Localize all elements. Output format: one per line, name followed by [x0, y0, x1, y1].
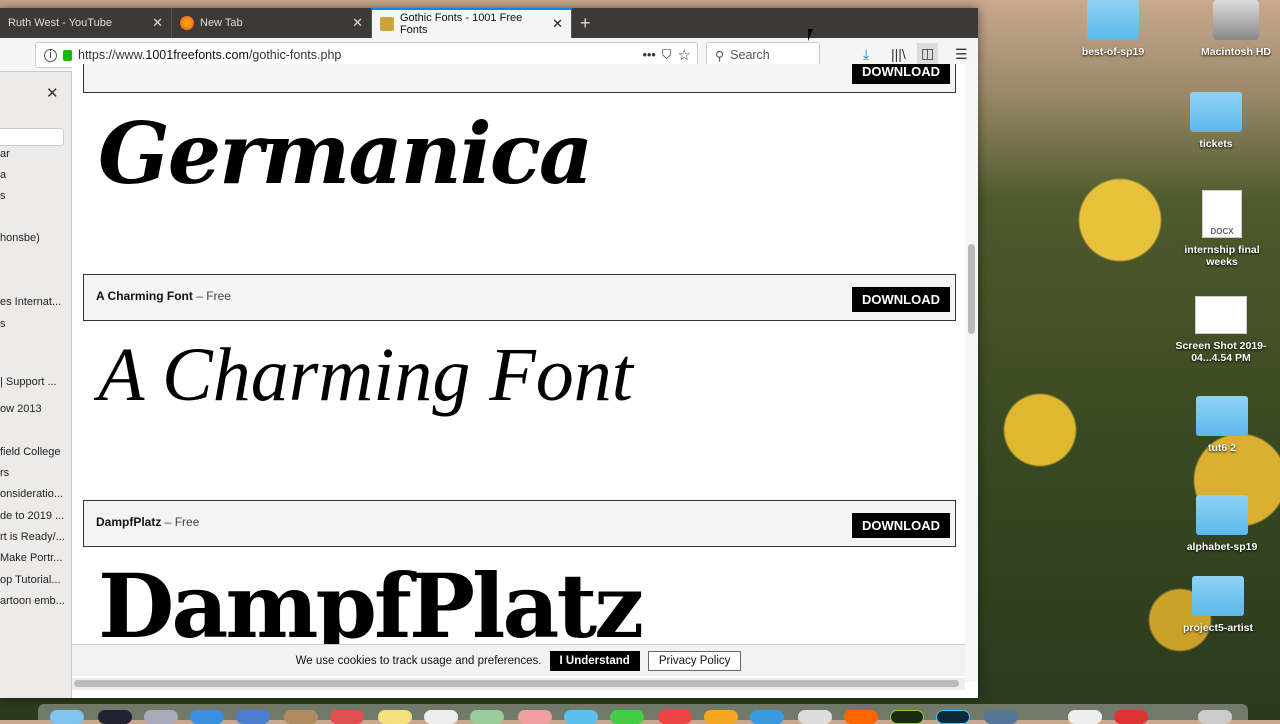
- font-preview-dampfplatz[interactable]: DampfPlatz: [98, 554, 644, 658]
- pocket-icon[interactable]: ⛉: [662, 47, 672, 63]
- vertical-scrollbar[interactable]: [965, 64, 978, 682]
- close-tab-icon[interactable]: ✕: [552, 16, 563, 32]
- calendar-icon[interactable]: [330, 710, 364, 724]
- download-button[interactable]: DOWNLOAD: [852, 64, 950, 84]
- tab-label: Ruth West - YouTube: [8, 17, 112, 29]
- url-text: https://www.1001freefonts.com/gothic-fon…: [78, 48, 342, 62]
- app-store-icon[interactable]: [750, 710, 784, 724]
- desktop-folder-alphabet-sp19[interactable]: alphabet-sp19: [1172, 495, 1272, 553]
- system-preferences-icon[interactable]: [798, 710, 832, 724]
- photoshop-icon[interactable]: [936, 710, 970, 724]
- sidebar-bookmark-item[interactable]: rt is Ready/...: [0, 531, 65, 543]
- tab-new-tab[interactable]: New Tab ✕: [172, 8, 372, 38]
- cookie-banner: We use cookies to track usage and prefer…: [72, 644, 965, 676]
- font-license: – Free: [164, 515, 200, 529]
- font-card-header: DampfPlatz – Free DOWNLOAD: [83, 500, 956, 547]
- mouse-cursor: [808, 29, 813, 41]
- new-tab-plus-icon[interactable]: +: [580, 13, 591, 34]
- contacts-icon[interactable]: [284, 710, 318, 724]
- dreamweaver-icon[interactable]: [890, 710, 924, 724]
- close-tab-icon[interactable]: ✕: [152, 15, 163, 31]
- bookmarks-sidebar: ✕ ar a s honsbe) es Internat... s | Support ..…: [0, 72, 72, 698]
- more-actions-icon[interactable]: •••: [643, 48, 656, 62]
- mail-icon[interactable]: [236, 710, 270, 724]
- menu-icon[interactable]: ☰: [955, 46, 968, 63]
- close-sidebar-icon[interactable]: ✕: [46, 84, 59, 102]
- sidebar-bookmark-item[interactable]: ar: [0, 148, 10, 160]
- font-preview-a-charming-font[interactable]: A Charming Font: [98, 332, 633, 419]
- books-icon[interactable]: [704, 710, 738, 724]
- sidebar-toggle-icon[interactable]: ◫: [917, 43, 939, 64]
- close-tab-icon[interactable]: ✕: [352, 15, 363, 31]
- desktop-file-internship[interactable]: DOCX internship final weeks: [1172, 190, 1272, 268]
- tab-label: Gothic Fonts - 1001 Free Fonts: [399, 12, 523, 36]
- tab-gothic-fonts[interactable]: Gothic Fonts - 1001 Free Fonts ✕: [372, 8, 572, 38]
- font-card-header: A Charming Font – Free DOWNLOAD: [83, 274, 956, 321]
- search-icon: ⚲: [715, 48, 725, 63]
- notes-icon[interactable]: [378, 710, 412, 724]
- sidebar-bookmark-item[interactable]: artoon emb...: [0, 595, 65, 607]
- photos-icon[interactable]: [518, 710, 552, 724]
- font-name-link[interactable]: DampfPlatz: [96, 515, 161, 529]
- font-card-header: DOWNLOAD: [83, 64, 956, 93]
- sidebar-bookmark-item[interactable]: de to 2019 ...: [0, 510, 64, 522]
- sidebar-bookmark-item[interactable]: es Internat...: [0, 296, 61, 308]
- privacy-policy-button[interactable]: Privacy Policy: [647, 650, 742, 671]
- firefox-dock-icon[interactable]: [844, 710, 878, 724]
- font-name-link[interactable]: A Charming Font: [96, 289, 193, 303]
- search-placeholder: Search: [730, 48, 770, 62]
- desktop-drive-macintosh-hd[interactable]: Macintosh HD: [1186, 0, 1280, 58]
- accept-cookies-button[interactable]: I Understand: [549, 650, 640, 671]
- firefox-icon: [180, 16, 194, 30]
- lock-icon: [63, 49, 72, 61]
- download-icon[interactable]: ⤓: [863, 46, 869, 63]
- maps-icon[interactable]: [470, 710, 504, 724]
- tab-label: New Tab: [200, 17, 243, 29]
- font-preview-germanica[interactable]: Germanica: [98, 104, 593, 203]
- sidebar-bookmark-item[interactable]: Make Portr...: [0, 552, 62, 564]
- desktop-folder-best-of-sp19[interactable]: best-of-sp19: [1063, 0, 1163, 58]
- sidebar-bookmark-item[interactable]: | Support ...: [0, 376, 57, 388]
- app-icon[interactable]: [984, 710, 1018, 724]
- reminders-icon[interactable]: [424, 710, 458, 724]
- sidebar-bookmark-item[interactable]: a: [0, 169, 6, 181]
- site-favicon-icon: [380, 17, 394, 31]
- desktop-folder-tickets[interactable]: tickets: [1166, 92, 1266, 150]
- horizontal-scrollbar[interactable]: [72, 678, 965, 690]
- sidebar-bookmark-item[interactable]: op Tutorial...: [0, 574, 61, 586]
- safari-icon[interactable]: [190, 710, 224, 724]
- sidebar-search-input[interactable]: [0, 128, 64, 146]
- finder-icon[interactable]: [50, 710, 84, 724]
- font-license: – Free: [196, 289, 231, 303]
- download-button[interactable]: DOWNLOAD: [852, 287, 950, 312]
- tab-bar: Ruth West - YouTube ✕ New Tab ✕ Gothic Fon…: [0, 8, 978, 38]
- sidebar-bookmark-item[interactable]: ow 2013: [0, 403, 42, 415]
- download-button[interactable]: DOWNLOAD: [852, 513, 950, 538]
- sidebar-bookmark-item[interactable]: s: [0, 190, 6, 202]
- bookmark-star-icon[interactable]: ☆: [678, 46, 691, 64]
- siri-icon[interactable]: [98, 710, 132, 724]
- sidebar-bookmark-item[interactable]: rs: [0, 467, 9, 479]
- sidebar-bookmark-item[interactable]: onsideratio...: [0, 488, 63, 500]
- tab-youtube[interactable]: Ruth West - YouTube ✕: [0, 8, 172, 38]
- desktop-folder-tut6-2[interactable]: tut6 2: [1172, 396, 1272, 454]
- music-icon[interactable]: [658, 710, 692, 724]
- dock: [38, 704, 1248, 724]
- messages-icon[interactable]: [564, 710, 598, 724]
- desktop-file-screenshot[interactable]: Screen Shot 2019-04...4.54 PM: [1171, 296, 1271, 364]
- hard-drive-icon: [1213, 0, 1259, 40]
- pdf-icon[interactable]: [1114, 710, 1148, 724]
- sidebar-bookmark-item[interactable]: s: [0, 318, 6, 330]
- document-icon[interactable]: [1068, 710, 1102, 724]
- sidebar-bookmark-item[interactable]: field College: [0, 446, 61, 458]
- library-icon[interactable]: |||\: [891, 46, 906, 62]
- info-icon[interactable]: i: [44, 48, 57, 62]
- facetime-icon[interactable]: [610, 710, 644, 724]
- sidebar-bookmark-item[interactable]: honsbe): [0, 232, 40, 244]
- trash-icon[interactable]: [1198, 710, 1232, 724]
- page-content: DOWNLOAD Germanica A Charming Font – Fre…: [72, 64, 965, 682]
- cookie-text: We use cookies to track usage and prefer…: [295, 654, 542, 667]
- desktop-folder-project5-artist[interactable]: project5-artist: [1168, 576, 1268, 634]
- launchpad-icon[interactable]: [144, 710, 178, 724]
